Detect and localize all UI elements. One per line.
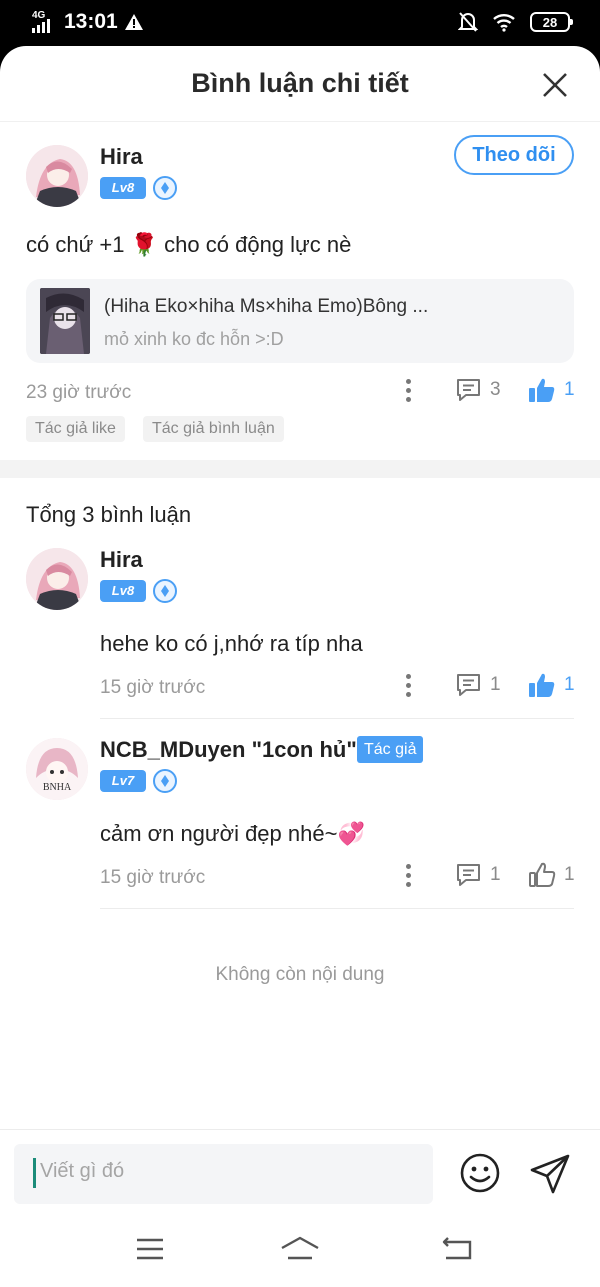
diamond-badge-icon [153, 769, 177, 793]
avatar[interactable] [26, 548, 88, 610]
more-options-icon[interactable] [403, 674, 413, 700]
warning-triangle-icon [124, 14, 143, 30]
story-thumbnail [40, 288, 90, 354]
avatar[interactable] [26, 145, 88, 207]
comment-text-end: cho có động lực nè [164, 232, 352, 257]
send-icon[interactable] [528, 1152, 572, 1196]
like-count: 1 [564, 379, 575, 400]
more-options-icon[interactable] [403, 864, 413, 890]
reply-timestamp: 15 giờ trước [100, 677, 206, 698]
comment-icon [457, 864, 480, 886]
reply-button[interactable]: 3 [455, 377, 501, 403]
reply-separator [100, 718, 574, 719]
home-icon[interactable] [280, 1236, 320, 1262]
signal-icon: 4G [32, 11, 58, 33]
reply-text-body: cảm ơn người đẹp nhé~ [100, 821, 338, 846]
comment-text: có chứ +1 🌹 cho có động lực nè [26, 232, 351, 258]
username[interactable]: Hira [100, 547, 143, 573]
hearts-emoji: 💞 [337, 821, 365, 846]
level-badge: Lv8 [100, 580, 146, 602]
status-right: 28 [458, 11, 573, 33]
story-subtitle: mỏ xinh ko đc hỗn >:D [104, 329, 284, 349]
reply-separator [100, 908, 574, 909]
clock: 13:01 [64, 10, 118, 33]
reply-button[interactable]: 1 [455, 672, 501, 698]
username[interactable]: NCB_MDuyen "1con hủ" [100, 737, 357, 763]
author-liked-tag: Tác giả like [26, 416, 125, 442]
author-tag: Tác giả [357, 736, 424, 763]
level-badge: Lv7 [100, 770, 146, 792]
follow-button[interactable]: Theo dõi [454, 135, 574, 175]
reply-button[interactable]: 1 [455, 862, 501, 888]
back-icon[interactable] [442, 1236, 474, 1262]
username[interactable]: Hira [100, 144, 143, 170]
section-divider [0, 460, 600, 478]
comment-input[interactable]: Viết gì đó [14, 1144, 433, 1204]
text-caret [33, 1158, 36, 1188]
like-button[interactable]: 1 [528, 672, 575, 698]
wifi-icon [493, 14, 515, 32]
comment-icon [457, 379, 480, 401]
more-options-icon[interactable] [403, 379, 413, 405]
reply-count: 3 [490, 379, 501, 400]
thumbs-up-filled-icon [529, 378, 555, 402]
story-title: (Hiha Eko×hiha Ms×hiha Emo)Bông ... [104, 296, 429, 317]
bell-off-icon [458, 12, 478, 32]
comment-timestamp: 23 giờ trước [26, 382, 132, 403]
status-bar: 4G 13:01 28 [0, 0, 600, 46]
comment-composer: Viết gì đó [0, 1129, 600, 1218]
comment-detail-sheet: Bình luận chi tiết Hira Lv8 Theo dõi có … [0, 46, 600, 1218]
like-button[interactable]: 1 [528, 377, 575, 403]
avatar[interactable]: BNHA [26, 738, 88, 800]
reply-text: hehe ko có j,nhớ ra típ nha [100, 631, 363, 656]
level-badge: Lv8 [100, 177, 146, 199]
end-of-list-text: Không còn nội dung [215, 964, 385, 985]
reply-timestamp: 15 giờ trước [100, 867, 206, 888]
battery-indicator: 28 [530, 12, 573, 32]
comment-input-placeholder: Viết gì đó [40, 1160, 125, 1182]
emoji-icon[interactable] [459, 1152, 501, 1194]
replies-count-title: Tổng 3 bình luận [26, 502, 192, 527]
avatar-caption: BNHA [42, 782, 72, 793]
close-icon[interactable] [540, 70, 570, 100]
comment-text-start: có chứ +1 [26, 232, 125, 257]
diamond-badge-icon [153, 579, 177, 603]
status-left: 4G 13:01 [32, 10, 144, 34]
reply-count: 1 [490, 864, 501, 885]
like-count: 1 [564, 674, 575, 695]
avatar-image [26, 145, 88, 207]
sheet-header: Bình luận chi tiết [0, 46, 600, 122]
diamond-badge-icon [153, 176, 177, 200]
referenced-story-card[interactable]: (Hiha Eko×hiha Ms×hiha Emo)Bông ... mỏ x… [26, 279, 574, 363]
page-title: Bình luận chi tiết [191, 68, 409, 98]
like-button[interactable]: 1 [528, 862, 575, 888]
battery-level: 28 [542, 14, 558, 30]
reply-count: 1 [490, 674, 501, 695]
author-commented-tag: Tác giả bình luận [143, 416, 284, 442]
avatar-image [26, 548, 88, 610]
comment-icon [457, 674, 480, 696]
reply-text: cảm ơn người đẹp nhé~💞 [100, 821, 365, 847]
thumbs-up-filled-icon [529, 673, 555, 697]
like-count: 1 [564, 864, 575, 885]
menu-icon[interactable] [135, 1236, 165, 1262]
thumbs-up-outline-icon [529, 862, 556, 887]
system-navigation-bar [0, 1218, 600, 1287]
rose-emoji: 🌹 [130, 232, 159, 257]
